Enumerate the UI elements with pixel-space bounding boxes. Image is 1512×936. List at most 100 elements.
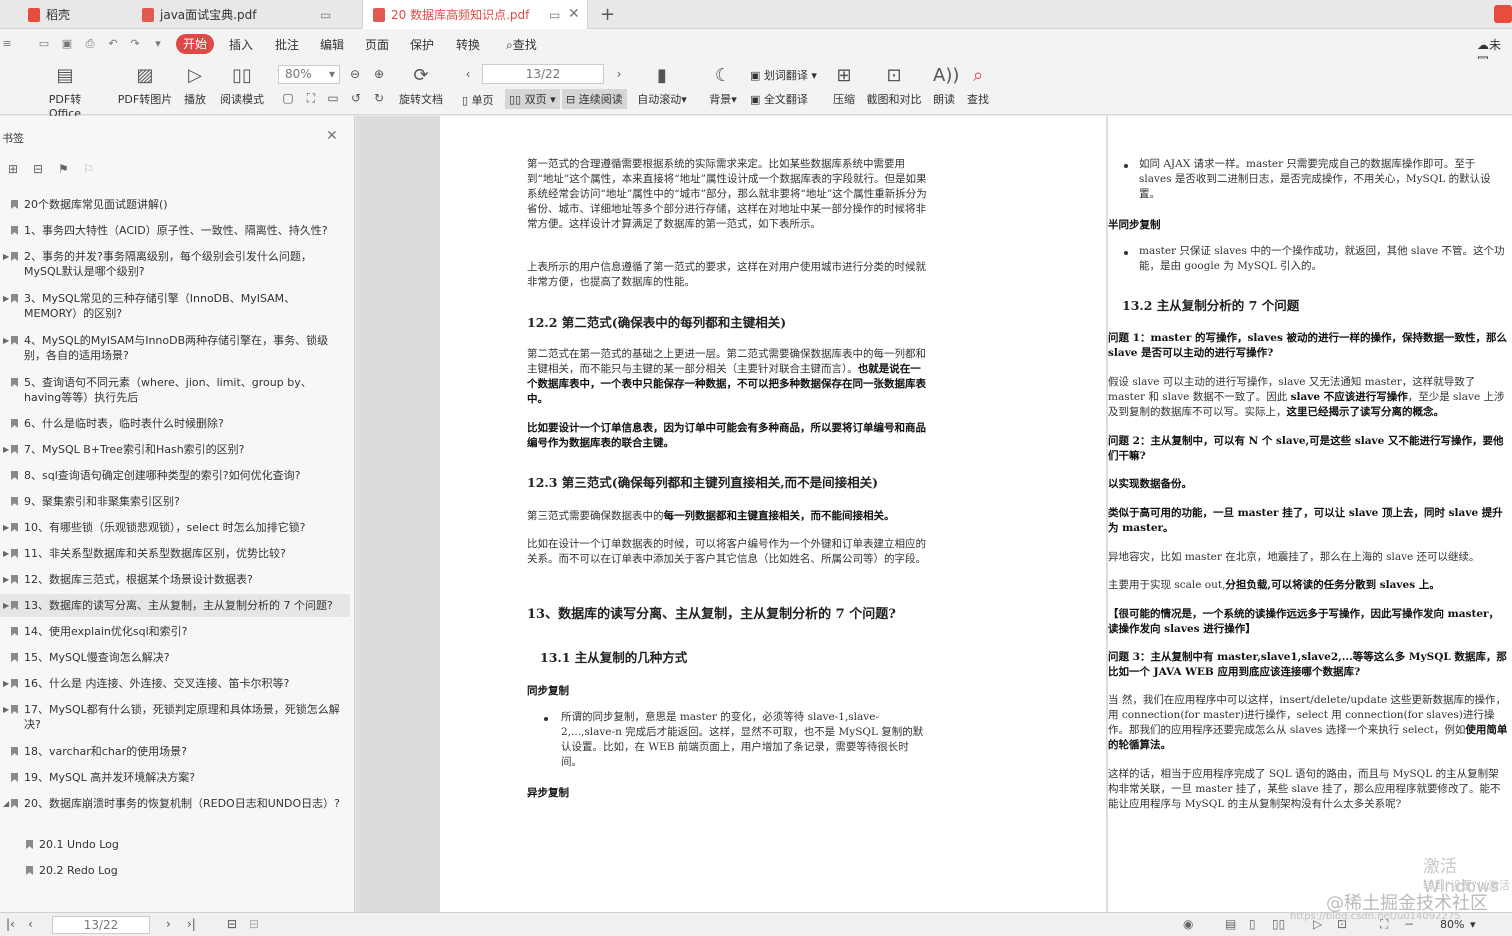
next-page-icon[interactable]: › (612, 67, 626, 81)
bookmark-item[interactable]: 1、事务四大特性（ACID）原子性、一致性、隔离性、持久性? (0, 223, 350, 238)
menu-page[interactable]: 页面 (365, 36, 389, 53)
bookmark-item[interactable]: ▶ 4、MySQL的MyISAM与InnoDB两种存储引擎在，事务、锁级别，各自的… (0, 333, 350, 363)
single-page-button[interactable]: ▯ 单页 (462, 92, 494, 108)
expand-all-icon[interactable]: ⊞ (8, 162, 18, 176)
rotate-right-icon[interactable]: ↻ (372, 91, 386, 105)
tab-database-pdf[interactable]: 20 数据库高频知识点.pdf ▭ ✕ (362, 0, 588, 29)
close-tab-icon[interactable]: ✕ (568, 6, 580, 22)
collapse-all-icon[interactable]: ⊟ (33, 162, 43, 176)
document-viewer[interactable]: 第一范式的合理遵循需要根据系统的实际需求来定。比如某些数据库系统中需要用到“地址… (356, 116, 1512, 912)
fit-width-icon[interactable]: ▭ (326, 91, 340, 105)
print-icon[interactable]: ⎙ (83, 37, 97, 50)
menu-collapse-icon[interactable]: ≡ (0, 37, 14, 50)
add-bookmark-icon[interactable]: ⚑ (58, 162, 69, 176)
zoom-select[interactable]: 80% ▾ (278, 65, 340, 84)
redo-icon[interactable]: ↷ (128, 37, 142, 50)
bookmark-item[interactable]: 20.2 Redo Log (0, 863, 350, 878)
auto-scroll-button[interactable]: ▮ 自动滚动▾ (636, 65, 688, 107)
chevron-down-icon[interactable]: ▾ (1470, 918, 1476, 931)
bookmark-item[interactable]: ▶ 12、数据库三范式，根据某个场景设计数据表? (0, 572, 350, 587)
zoom-out-icon[interactable]: ⊖ (348, 67, 362, 81)
expand-arrow-icon[interactable]: ▶ (3, 598, 9, 613)
bookmark-item[interactable]: 19、MySQL 高并发环境解决方案? (0, 770, 350, 785)
word-translate-button[interactable]: ▣ 划词翻译 ▾ (750, 67, 817, 83)
bookmark-item[interactable]: ▶ 3、MySQL常见的三种存储引擎（InnoDB、MyISAM、MEMORY）的… (0, 291, 350, 321)
bookmark-item[interactable]: ▶ 10、有哪些锁（乐观锁悲观锁），select 时怎么加排它锁? (0, 520, 350, 535)
book-view-icon[interactable]: ▯▯ (1272, 917, 1285, 931)
menu-insert[interactable]: 插入 (229, 36, 253, 53)
bookmark-item[interactable]: ▶ 13、数据库的读写分离、主从复制，主从复制分析的 7 个问题? (0, 594, 350, 617)
save-icon[interactable]: ▣ (60, 37, 74, 50)
background-button[interactable]: ☾ 背景▾ (706, 65, 740, 107)
pdf-to-office-button[interactable]: ▤ PDF转Office (33, 65, 97, 120)
screenshot-compare-button[interactable]: ⊡ 截图和对比 (864, 65, 924, 107)
bookmark-item[interactable]: 20个数据库常见面试题讲解() (0, 197, 350, 212)
forward-icon[interactable]: ⊟ (249, 917, 259, 931)
expand-arrow-icon[interactable]: ▶ (3, 676, 9, 691)
continuous-read-button[interactable]: ⊟ 连续阅读 (562, 89, 627, 109)
read-mode-button[interactable]: ▯▯ 阅读模式 (217, 65, 267, 107)
bookmark-item[interactable]: 15、MySQL慢查询怎么解决? (0, 650, 350, 665)
undo-icon[interactable]: ↶ (106, 37, 120, 50)
bookmark-item[interactable]: 5、查询语句不同元素（where、jion、limit、group by、hav… (0, 375, 350, 405)
read-aloud-button[interactable]: A)) 朗读 (930, 65, 959, 107)
bookmark-item[interactable]: ▶ 16、什么是 内连接、外连接、交叉连接、笛卡尔积等? (0, 676, 350, 691)
find-button[interactable]: ⌕ 查找 (964, 65, 992, 107)
tab-java-pdf[interactable]: java面试宝典.pdf ▭ (132, 0, 360, 29)
expand-arrow-icon[interactable]: ▶ (3, 442, 9, 457)
tab-daoke[interactable]: 稻壳 (18, 0, 130, 29)
rotate-document-button[interactable]: ⟳ 旋转文档 (398, 65, 444, 107)
pdf-to-image-button[interactable]: ▨ PDF转图片 (117, 65, 173, 107)
expand-arrow-icon[interactable]: ▶ (3, 291, 9, 306)
back-icon[interactable]: ⊟ (227, 917, 237, 931)
bookmark-item[interactable]: 14、使用explain优化sql和索引? (0, 624, 350, 639)
bookmark-item[interactable]: 20.1 Undo Log (0, 837, 350, 852)
bookmark-item[interactable]: ▶ 17、MySQL都有什么锁，死锁判定原理和具体场景，死锁怎么解决? (0, 702, 350, 732)
menu-annotate[interactable]: 批注 (275, 36, 299, 53)
bookmark-item[interactable]: ▶ 7、MySQL B+Tree索引和Hash索引的区别? (0, 442, 350, 457)
prev-page-icon[interactable]: ‹ (461, 67, 475, 81)
monitor-icon[interactable]: ▭ (320, 8, 331, 22)
double-page-button[interactable]: ▯▯ 双页 ▾ (505, 89, 560, 109)
expand-arrow-icon[interactable]: ▶ (3, 546, 9, 561)
monitor-icon[interactable]: ▭ (549, 8, 560, 22)
menu-start[interactable]: 开始 (176, 34, 214, 54)
expand-arrow-icon[interactable]: ▶ (3, 333, 9, 348)
bookmark-item[interactable]: 6、什么是临时表，临时表什么时候删除? (0, 416, 350, 431)
fit-page-icon[interactable]: ⛶ (304, 91, 318, 105)
close-icon[interactable]: ✕ (326, 128, 338, 144)
menu-edit[interactable]: 编辑 (320, 36, 344, 53)
expand-arrow-icon[interactable]: ▶ (3, 249, 9, 264)
page-number-input[interactable]: 13/22 (482, 64, 604, 84)
single-page-view-icon[interactable]: ▤ (1225, 917, 1236, 931)
bookmark-item[interactable]: ▶ 11、非关系型数据库和关系型数据库区别，优势比较? (0, 546, 350, 561)
zoom-in-icon[interactable]: ⊕ (372, 67, 386, 81)
bookmark-item[interactable]: 9、聚集索引和非聚集索引区别? (0, 494, 350, 509)
new-tab-icon[interactable]: + (600, 4, 615, 25)
play-button[interactable]: ▷ 播放 (181, 65, 209, 107)
open-icon[interactable]: ▭ (37, 37, 51, 50)
rotate-left-icon[interactable]: ↺ (349, 91, 363, 105)
expand-arrow-icon[interactable]: ▶ (3, 702, 9, 717)
delete-bookmark-icon[interactable]: ⚐ (83, 162, 94, 176)
menu-search[interactable]: ⌕查找 (506, 36, 537, 53)
next-page-icon[interactable]: › (166, 917, 171, 931)
bookmark-item[interactable]: ▶ 2、事务的并发?事务隔离级别，每个级别会引发什么问题，MySQL默认是哪个级别… (0, 249, 350, 279)
page-number-input[interactable]: 13/22 (52, 916, 150, 934)
last-page-icon[interactable]: ›| (187, 917, 196, 931)
expand-arrow-icon[interactable]: ▶ (3, 520, 9, 535)
compress-button[interactable]: ⊞ 压缩 (830, 65, 858, 107)
actual-size-icon[interactable]: ▢ (281, 91, 295, 105)
expand-arrow-icon[interactable]: ◢ (3, 796, 9, 811)
customize-icon[interactable]: ▾ (151, 37, 165, 50)
bookmark-item[interactable]: ◢ 20、数据库崩溃时事务的恢复机制（REDO日志和UNDO日志）? (0, 796, 350, 826)
full-translate-button[interactable]: ▣ 全文翻译 (750, 91, 808, 107)
double-page-view-icon[interactable]: ▯ (1249, 917, 1256, 931)
menu-protect[interactable]: 保护 (410, 36, 434, 53)
prev-page-icon[interactable]: ‹ (28, 917, 33, 931)
first-page-icon[interactable]: |‹ (6, 917, 15, 931)
bookmark-item[interactable]: 18、varchar和char的使用场景? (0, 744, 350, 759)
menu-convert[interactable]: 转换 (456, 36, 480, 53)
eye-protection-icon[interactable]: ◉ (1183, 917, 1193, 931)
bookmark-item[interactable]: 8、sql查询语句确定创建哪种类型的索引?如何优化查询? (0, 468, 350, 483)
